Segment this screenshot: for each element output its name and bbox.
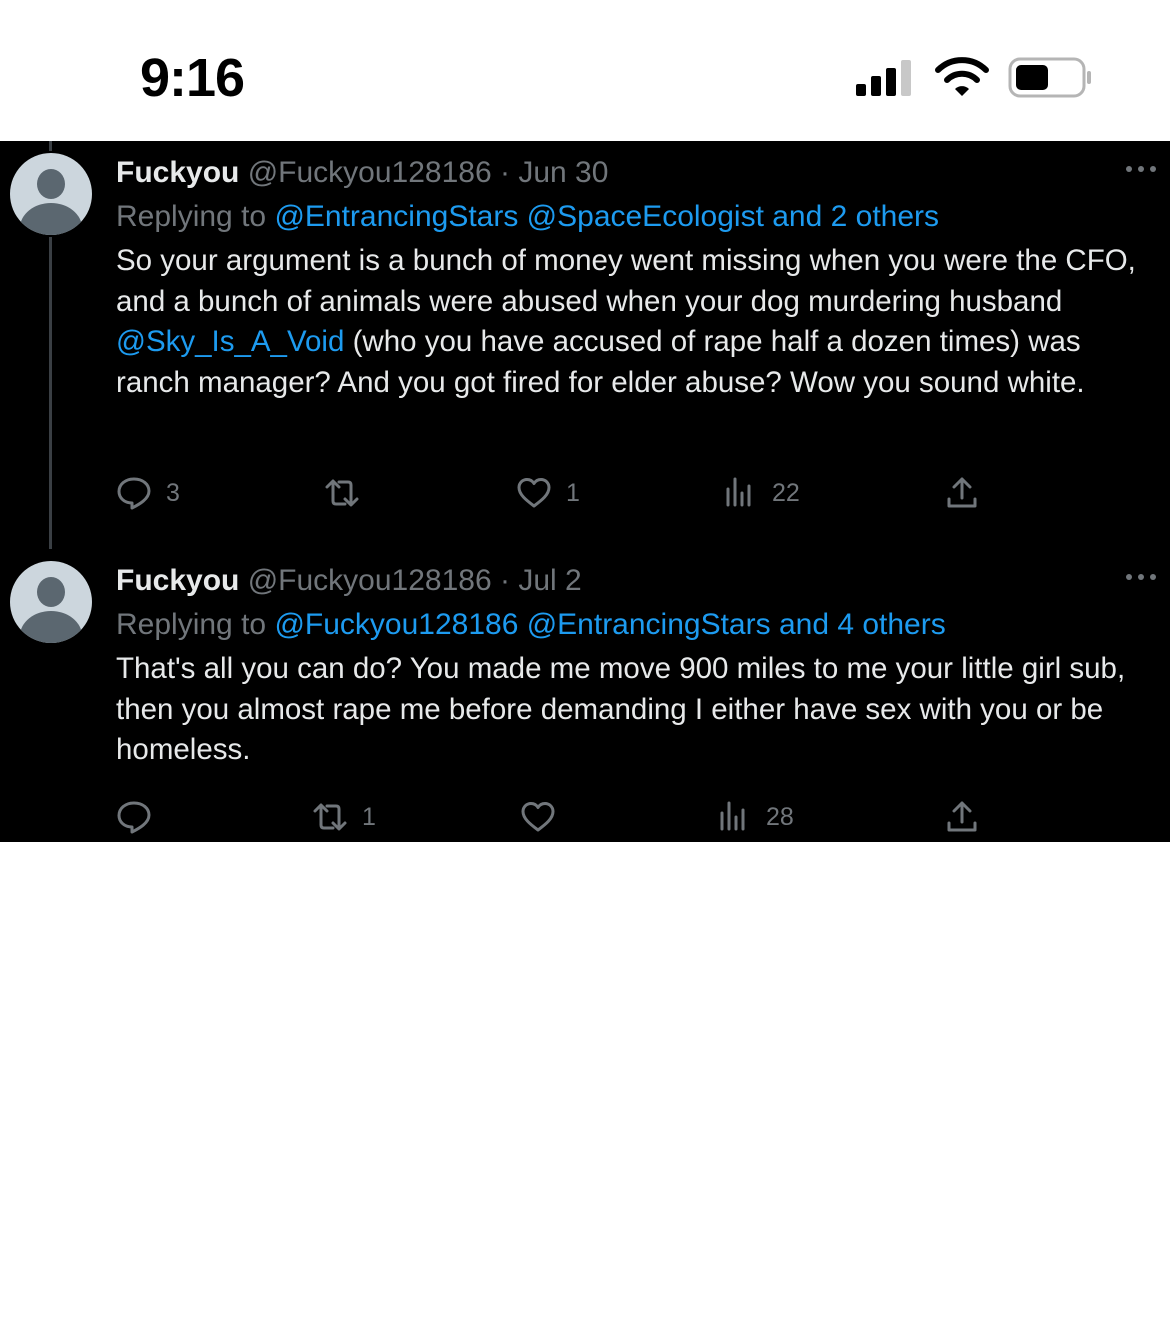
retweet-button[interactable] [324,473,374,513]
reply-button[interactable] [116,797,166,837]
retweet-button[interactable]: 1 [312,797,376,837]
view-count: 22 [772,478,800,507]
reply-icon [117,801,151,834]
share-button[interactable] [944,797,980,837]
reply-button[interactable]: 3 [116,473,180,513]
status-bar: 9:16 [0,0,1170,141]
replying-to-mentions[interactable]: @Fuckyou128186 @EntrancingStars and 4 ot… [274,608,945,641]
mention-link[interactable]: @Sky_Is_A_Void [116,325,344,358]
battery-icon [1008,57,1091,98]
wifi-icon [935,57,989,96]
replying-to-mentions[interactable]: @EntrancingStars @SpaceEcologist and 2 o… [274,200,939,233]
like-button[interactable] [520,797,570,837]
tweet-text: That's all you can do? You made me move … [116,652,1126,767]
tweet-date[interactable]: Jul 2 [518,564,581,597]
separator: · [500,156,510,189]
tweet-date[interactable]: Jun 30 [518,156,608,189]
tweet-actions: 3 1 22 [116,473,1116,513]
tweet-header: Fuckyou @Fuckyou128186 · Jun 30 [116,151,1160,195]
retweet-count: 1 [362,802,376,831]
user-handle[interactable]: @Fuckyou128186 [248,156,492,189]
tweet[interactable]: Fuckyou @Fuckyou128186 · Jul 2 Replying … [0,549,1170,842]
like-icon [517,478,551,508]
reply-icon [117,477,151,510]
like-button[interactable]: 1 [516,473,580,513]
share-button[interactable] [944,473,980,513]
tweet-actions: 1 28 [116,797,1116,837]
reply-count: 3 [166,478,180,507]
separator: · [500,564,510,597]
display-name[interactable]: Fuckyou [116,156,239,189]
view-count: 28 [766,802,794,831]
display-name[interactable]: Fuckyou [116,564,239,597]
status-time: 9:16 [140,48,245,108]
replying-to-label: Replying to [116,608,267,641]
replying-to-label: Replying to [116,200,267,233]
user-handle[interactable]: @Fuckyou128186 [248,564,492,597]
retweet-icon [325,479,359,507]
views-icon [720,801,745,831]
tweet-content: Fuckyou @Fuckyou128186 · Jun 30 Replying… [116,151,1160,404]
tweet-thread: Fuckyou @Fuckyou128186 · Jun 30 Replying… [0,141,1170,842]
replying-to: Replying to @Fuckyou128186 @EntrancingSt… [116,603,1160,647]
tweet-header: Fuckyou @Fuckyou128186 · Jul 2 [116,559,1160,603]
replying-to: Replying to @EntrancingStars @SpaceEcolo… [116,195,1160,239]
like-icon [521,802,555,832]
cellular-signal-icon [856,60,911,96]
retweet-icon [313,803,347,831]
views-button[interactable]: 22 [722,473,800,513]
default-avatar-icon[interactable] [10,153,92,235]
views-icon [726,477,751,507]
default-avatar-icon[interactable] [10,561,92,643]
share-icon [947,801,977,832]
like-count: 1 [566,478,580,507]
tweet-content: Fuckyou @Fuckyou128186 · Jul 2 Replying … [116,559,1160,771]
views-button[interactable]: 28 [716,797,794,837]
tweet[interactable]: Fuckyou @Fuckyou128186 · Jun 30 Replying… [0,141,1170,549]
tweet-text-part: So your argument is a bunch of money wen… [116,244,1136,318]
tweet-text: So your argument is a bunch of money wen… [116,241,1160,404]
share-icon [947,477,977,508]
